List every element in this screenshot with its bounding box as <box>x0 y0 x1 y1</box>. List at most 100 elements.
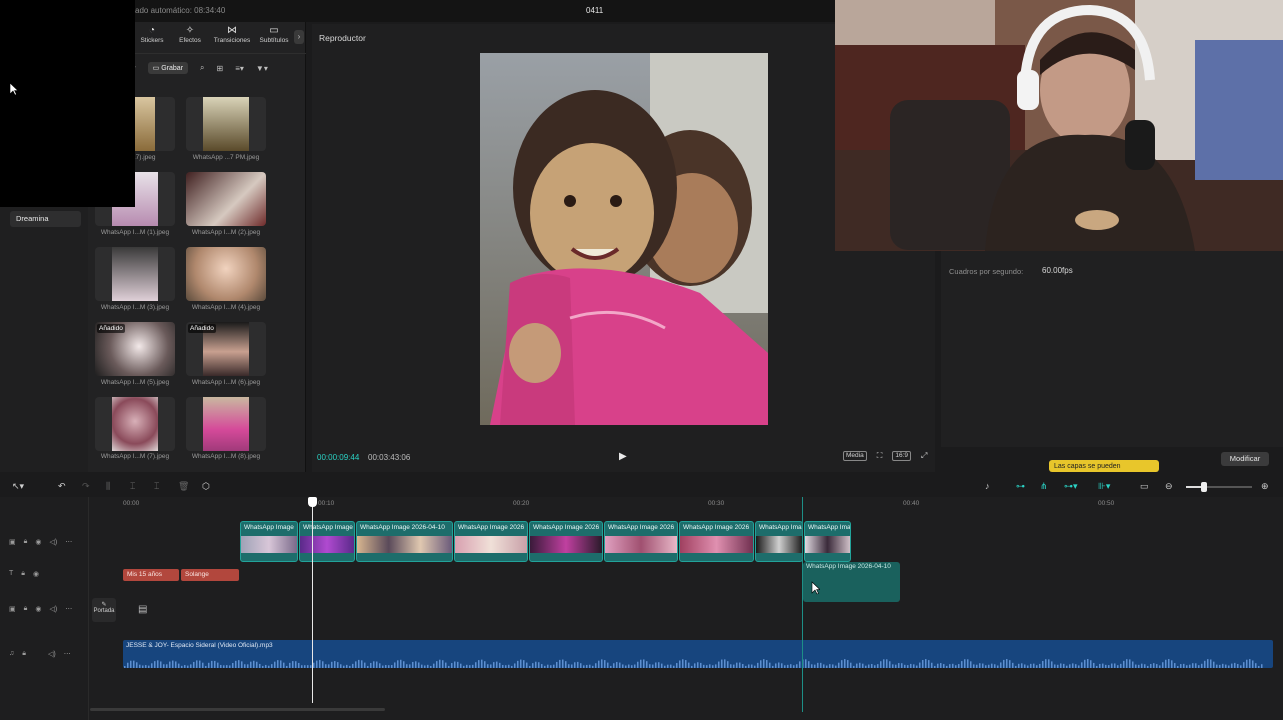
lock-icon[interactable]: 🔒︎ <box>22 650 26 658</box>
media-thumbnail[interactable] <box>186 247 266 301</box>
text-clip[interactable]: Solange <box>181 569 239 581</box>
select-tool-icon[interactable]: ↖▾ <box>12 481 24 492</box>
zoom-out-icon[interactable]: ⊖ <box>1165 481 1173 492</box>
fullscreen-icon[interactable]: ⤢ <box>921 451 927 461</box>
cover-label: Portada <box>93 608 115 614</box>
waveform-bar <box>466 664 468 668</box>
tab-stickers[interactable]: ◔ Stickers <box>135 24 169 52</box>
grid-view-icon[interactable]: ⊞ <box>217 64 224 73</box>
preview-axis-icon[interactable]: ⊪▾ <box>1098 481 1110 492</box>
video-clip[interactable]: WhatsApp Ima <box>755 521 803 562</box>
video-clip[interactable]: WhatsApp Image 2026 <box>604 521 678 562</box>
eye-icon[interactable]: ◉ <box>33 570 39 578</box>
waveform-bar <box>1045 659 1047 668</box>
video-preview[interactable] <box>480 53 768 425</box>
ratio-button[interactable]: 16:9 <box>892 451 911 461</box>
media-thumbnail[interactable] <box>95 397 175 451</box>
microphone-icon[interactable]: ♪ <box>985 481 990 491</box>
record-button[interactable]: ▭ Grabar <box>147 62 189 74</box>
search-icon[interactable]: ⌕ <box>200 63 204 73</box>
audio-clip-label: JESSE & JOY- Espacio Sideral (Video Ofic… <box>126 642 273 649</box>
waveform-bar <box>241 661 243 668</box>
sort-icon[interactable]: ≡▾ <box>235 64 244 73</box>
volume-icon[interactable]: ◁) <box>48 650 56 658</box>
clip-frames <box>805 536 850 553</box>
waveform-bar <box>259 663 261 668</box>
zoom-in-icon[interactable]: ⊕ <box>1261 481 1269 492</box>
text-clip[interactable]: Mis 15 años <box>123 569 179 581</box>
redo-icon[interactable]: ↷ <box>82 481 90 492</box>
more-icon[interactable]: ⋯ <box>65 538 72 546</box>
media-thumbnail[interactable] <box>186 97 266 151</box>
media-thumbnail[interactable]: Añadido <box>186 322 266 376</box>
lock-icon[interactable]: 🔒︎ <box>21 570 25 578</box>
waveform-bar <box>133 660 135 668</box>
lock-icon[interactable]: 🔒︎ <box>24 605 28 613</box>
video-clip[interactable]: WhatsApp Ima <box>804 521 851 562</box>
more-icon[interactable]: ⋯ <box>65 605 72 613</box>
magnet-icon[interactable]: ⋔ <box>1040 481 1048 492</box>
playhead-line[interactable] <box>312 503 313 703</box>
waveform-bar <box>481 659 483 668</box>
split-icon[interactable]: ⫼ <box>106 481 110 492</box>
tab-subtitles[interactable]: ▭ Subtítulos <box>257 24 291 52</box>
cover-button[interactable]: ✎ Portada <box>92 598 116 622</box>
video-clip[interactable]: WhatsApp Image 2026 <box>679 521 754 562</box>
waveform-bar <box>322 661 324 668</box>
video-clip[interactable]: WhatsApp Image 2026-04-10 <box>356 521 453 562</box>
undo-icon[interactable]: ↶ <box>58 481 66 492</box>
media-button[interactable]: Media <box>843 451 867 461</box>
waveform-bar <box>1123 660 1125 668</box>
waveform-bar <box>643 659 645 668</box>
waveform-bar <box>286 665 288 668</box>
link-main-track-icon[interactable]: ⊶ <box>1016 481 1025 492</box>
filter-icon[interactable]: ▼▾ <box>256 64 268 73</box>
modify-button[interactable]: Modificar <box>1221 452 1269 466</box>
project-title: 0411 <box>586 6 604 15</box>
waveform-bar <box>814 664 816 668</box>
video-clip[interactable]: WhatsApp Image <box>299 521 355 562</box>
playhead-handle[interactable] <box>308 497 317 507</box>
media-thumbnail[interactable] <box>95 247 175 301</box>
waveform-bar <box>307 665 309 668</box>
shield-icon[interactable]: ⬡ <box>202 481 210 492</box>
media-thumbnail[interactable] <box>186 172 266 226</box>
video-clip[interactable]: WhatsApp Image 2026 <box>529 521 603 562</box>
zoom-slider-handle[interactable] <box>1201 482 1207 492</box>
sidebar-item-dreamina[interactable]: Dreamina <box>10 211 81 227</box>
waveform-bar <box>976 664 978 668</box>
waveform-bar <box>172 660 174 668</box>
timeline-scrollbar[interactable] <box>90 708 385 711</box>
play-button[interactable]: ▶ <box>619 451 627 462</box>
trim-right-icon[interactable]: ⌶ <box>154 481 159 492</box>
tab-transitions[interactable]: ⋈ Transiciones <box>211 24 253 52</box>
waveform-bar <box>1144 664 1146 668</box>
waveform-bar <box>280 660 282 668</box>
media-thumbnail[interactable] <box>186 397 266 451</box>
waveform-bar <box>769 662 771 668</box>
media-thumbnail[interactable]: Añadido <box>95 322 175 376</box>
waveform-bar <box>943 664 945 668</box>
focus-icon[interactable]: ⛶ <box>877 451 883 461</box>
trim-left-icon[interactable]: ⌶ <box>130 481 135 492</box>
tab-effects[interactable]: ✧ Efectos <box>173 24 207 52</box>
volume-icon[interactable]: ◁) <box>49 538 57 546</box>
link-icon[interactable]: ⊶▾ <box>1064 481 1078 492</box>
tabs-next-button[interactable]: › <box>294 30 304 44</box>
more-icon[interactable]: ⋯ <box>64 650 71 658</box>
waveform-bar <box>1120 663 1122 668</box>
video-clip[interactable]: WhatsApp Image 2026 <box>454 521 528 562</box>
eye-icon[interactable]: ◉ <box>35 605 41 613</box>
waveform-bar <box>580 663 582 668</box>
waveform-bar <box>583 665 585 668</box>
delete-icon[interactable]: 🗑 <box>178 481 189 492</box>
video-clip[interactable]: WhatsApp Image <box>240 521 298 562</box>
volume-icon[interactable]: ◁) <box>49 605 57 613</box>
lock-icon[interactable]: 🔒︎ <box>24 538 28 546</box>
captions-icon[interactable]: ▭ <box>1140 481 1149 492</box>
eye-icon[interactable]: ◉ <box>35 538 41 546</box>
transitions-icon: ⋈ <box>227 25 237 36</box>
waveform-bar <box>1138 664 1140 668</box>
waveform-bar <box>1222 663 1224 668</box>
waveform-bar <box>547 664 549 668</box>
